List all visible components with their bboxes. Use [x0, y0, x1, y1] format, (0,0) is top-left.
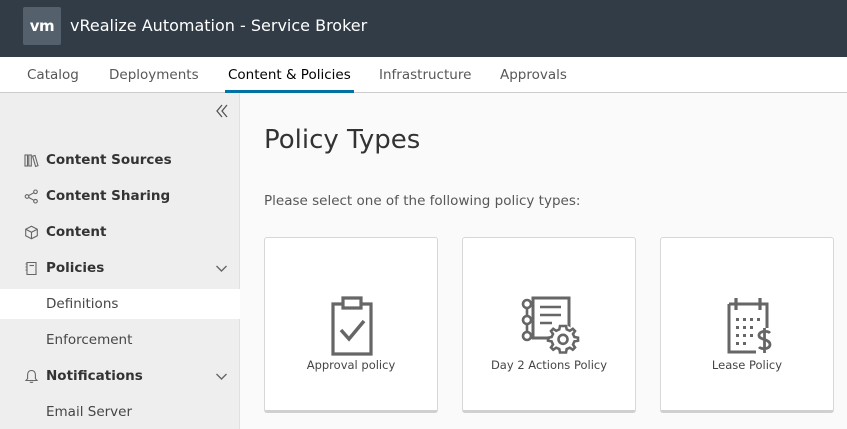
approval-policy-card[interactable]: Approval policy: [264, 237, 438, 413]
share-icon: [24, 189, 38, 204]
cube-icon: [25, 225, 38, 240]
sidebar: Content Sources Content Sharing Content …: [0, 93, 240, 429]
sidebar-item-content-sources[interactable]: Content Sources: [0, 145, 240, 175]
sidebar-item-email-server[interactable]: Email Server: [0, 397, 240, 427]
day2-actions-policy-card[interactable]: Day 2 Actions Policy: [462, 237, 636, 413]
chevron-down-icon[interactable]: [215, 262, 228, 275]
checklist-gear-icon: [521, 296, 580, 354]
card-label: Approval policy: [306, 358, 396, 372]
tab-deployments[interactable]: Deployments: [109, 57, 199, 93]
sidebar-item-enforcement[interactable]: Enforcement: [0, 325, 240, 355]
lease-policy-card[interactable]: Lease Policy: [660, 237, 834, 413]
library-icon: [24, 154, 39, 168]
double-chevron-left-icon[interactable]: [214, 103, 230, 119]
sidebar-item-label: Email Server: [46, 404, 133, 420]
page-subtitle: Please select one of the following polic…: [264, 193, 581, 209]
app-title: vRealize Automation - Service Broker: [70, 16, 368, 35]
clipboard-icon: [25, 261, 37, 276]
sidebar-item-definitions[interactable]: Definitions: [0, 289, 240, 319]
page-title: Policy Types: [264, 125, 421, 155]
card-label: Day 2 Actions Policy: [490, 358, 608, 372]
sidebar-item-label: Policies: [46, 260, 105, 276]
tab-infrastructure[interactable]: Infrastructure: [379, 57, 471, 93]
sidebar-item-label: Definitions: [46, 296, 119, 312]
sidebar-item-policies[interactable]: Policies: [0, 253, 240, 283]
sidebar-item-label: Content Sources: [46, 152, 172, 168]
sidebar-item-label: Content Sharing: [46, 188, 171, 204]
app-header: vm vRealize Automation - Service Broker: [0, 0, 847, 57]
main-content: Policy Types Please select one of the fo…: [241, 93, 847, 429]
sidebar-item-content[interactable]: Content: [0, 217, 240, 247]
sidebar-item-content-sharing[interactable]: Content Sharing: [0, 181, 240, 211]
tab-catalog[interactable]: Catalog: [27, 57, 79, 93]
card-label: Lease Policy: [711, 358, 783, 372]
chevron-down-icon[interactable]: [215, 370, 228, 383]
bell-icon: [24, 369, 39, 383]
sidebar-item-label: Content: [46, 224, 107, 240]
sidebar-item-label: Enforcement: [46, 332, 133, 348]
sidebar-item-label: Notifications: [46, 368, 143, 384]
tab-approvals[interactable]: Approvals: [500, 57, 567, 93]
clipboard-check-icon: [331, 296, 373, 356]
sidebar-item-notifications[interactable]: Notifications: [0, 361, 240, 391]
main-nav-tabs: Catalog Deployments Content & Policies I…: [0, 57, 847, 93]
tab-content-policies[interactable]: Content & Policies: [225, 57, 354, 93]
calendar-dollar-icon: [727, 298, 772, 354]
vmware-logo[interactable]: vm: [23, 7, 61, 45]
